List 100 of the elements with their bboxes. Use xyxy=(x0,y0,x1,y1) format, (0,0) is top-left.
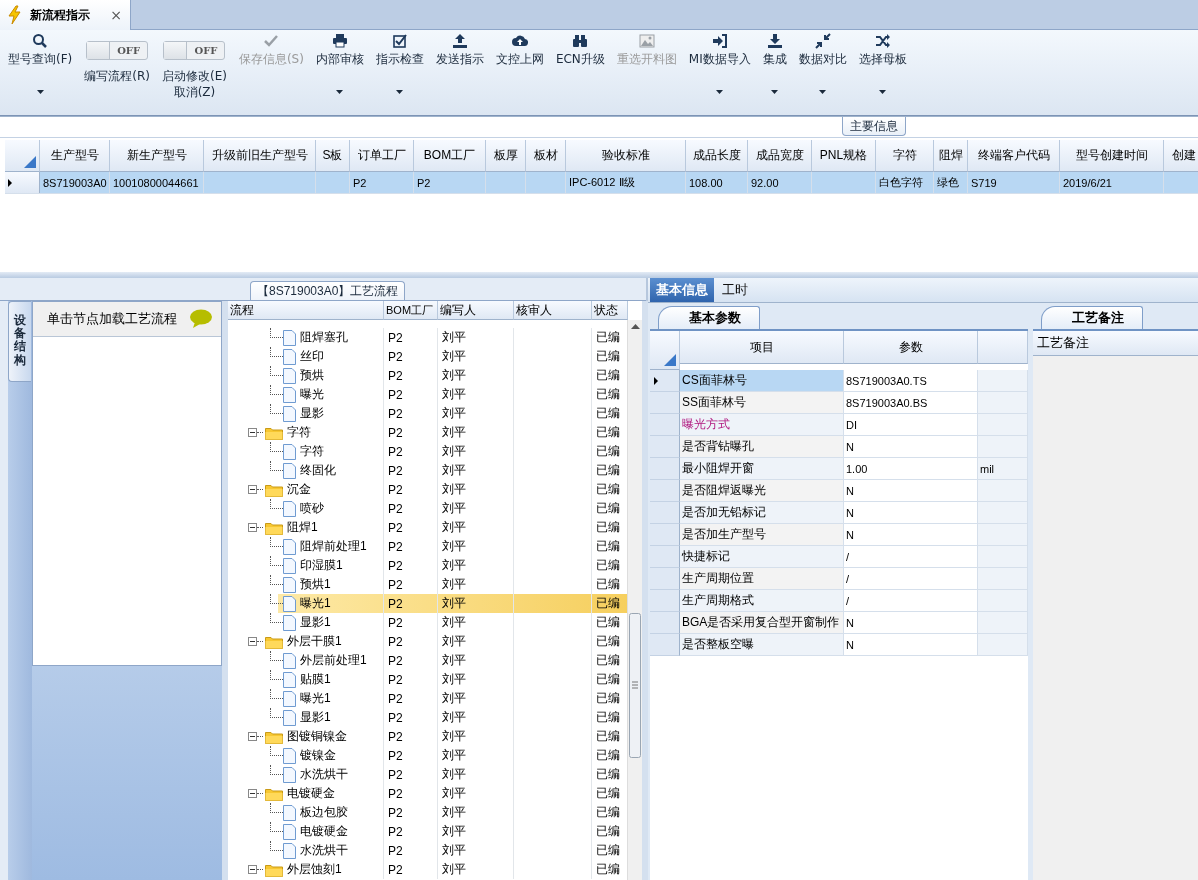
table-row[interactable]: 是否背钻曝孔 N xyxy=(650,436,1028,458)
row-header[interactable] xyxy=(650,568,680,590)
splitter[interactable] xyxy=(0,272,1198,278)
tree-row[interactable]: 字符 P2 刘平 已编 xyxy=(228,423,627,442)
tree-row[interactable]: 沉金 P2 刘平 已编 xyxy=(228,480,627,499)
table-row[interactable]: BGA是否采用复合型开窗制作 N xyxy=(650,612,1028,634)
tree-row[interactable]: 电镀硬金 P2 刘平 已编 xyxy=(228,784,627,803)
column-header[interactable]: 生产型号 xyxy=(40,140,110,172)
column-header[interactable]: 成品长度 xyxy=(686,140,748,172)
row-header[interactable] xyxy=(650,524,680,546)
row-header[interactable] xyxy=(650,392,680,414)
column-header[interactable]: 核审人 xyxy=(514,301,592,320)
column-header[interactable]: 成品宽度 xyxy=(748,140,812,172)
table-row[interactable]: 是否加生产型号 N xyxy=(650,524,1028,546)
column-header[interactable]: 验收标准 xyxy=(566,140,686,172)
table-cell: P2 xyxy=(384,822,438,841)
splitter[interactable] xyxy=(222,301,228,880)
column-header[interactable]: 流程 xyxy=(228,301,384,320)
column-header[interactable]: BOM工厂 xyxy=(384,301,438,320)
scrollbar[interactable] xyxy=(627,320,642,880)
toolbar-button[interactable]: 选择母板 xyxy=(852,32,913,102)
row-header[interactable] xyxy=(650,370,680,392)
column-header: 工艺备注 xyxy=(1033,331,1198,356)
row-header[interactable] xyxy=(650,502,680,524)
toolbar-button[interactable]: MI数据导入 xyxy=(682,32,757,102)
table-cell: 刘平 xyxy=(438,689,514,708)
column-header[interactable]: 创建 xyxy=(1164,140,1198,172)
row-header[interactable] xyxy=(650,612,680,634)
column-header[interactable]: 字符 xyxy=(876,140,934,172)
table-row[interactable]: 快捷标记 / xyxy=(650,546,1028,568)
table-cell: 刘平 xyxy=(438,537,514,556)
tree-label: 丝印 xyxy=(300,348,324,365)
toolbar-button[interactable]: 集成 xyxy=(756,32,793,102)
close-button[interactable]: × xyxy=(108,7,124,23)
toolbar-button[interactable]: 指示检查 xyxy=(369,32,430,102)
column-header[interactable]: 板材 xyxy=(526,140,566,172)
table-cell: N xyxy=(844,634,978,656)
row-header[interactable] xyxy=(650,590,680,612)
column-header[interactable]: 型号创建时间 xyxy=(1060,140,1164,172)
panel-tab[interactable]: 工艺备注 xyxy=(1041,306,1143,329)
column-header[interactable]: 项目 xyxy=(680,331,844,364)
tree-label: 水洗烘干 xyxy=(300,842,348,859)
row-header[interactable] xyxy=(650,480,680,502)
tree-row[interactable]: 外层蚀刻1 P2 刘平 已编 xyxy=(228,860,627,879)
toggle-switch[interactable]: OFF xyxy=(163,40,226,60)
document-tab[interactable]: 新流程指示 × xyxy=(0,0,131,30)
table-cell: P2 xyxy=(384,594,438,613)
toolbar-button[interactable]: ECN升级 xyxy=(549,32,611,102)
column-header[interactable]: PNL规格 xyxy=(812,140,876,172)
side-tab[interactable]: 设备结构 xyxy=(8,301,31,382)
toolbar-button[interactable]: 文控上网 xyxy=(489,32,550,102)
table-row[interactable]: 8S719003A0 10010800044661 P2 P2 IPC-6012 Ⅱ级 108.00 92.00 白色字符 绿色 S719 2019/6/21 xyxy=(5,172,1198,194)
column-header[interactable]: 阻焊 xyxy=(934,140,968,172)
table-row[interactable]: CS面菲林号 8S719003A0.TS xyxy=(650,370,1028,392)
column-header[interactable]: 新生产型号 xyxy=(110,140,204,172)
column-header[interactable] xyxy=(978,331,1028,364)
toolbar-button[interactable]: 发送指示 xyxy=(429,32,490,102)
column-header[interactable]: 参数 xyxy=(844,331,978,364)
table-row[interactable]: SS面菲林号 8S719003A0.BS xyxy=(650,392,1028,414)
toolbar-button[interactable]: 型号查询(F) xyxy=(2,32,79,102)
table-cell: P2 xyxy=(384,442,438,461)
table-row[interactable]: 是否加无铅标记 N xyxy=(650,502,1028,524)
table-row[interactable]: 生产周期格式 / xyxy=(650,590,1028,612)
column-header[interactable]: 状态 xyxy=(592,301,628,320)
row-header[interactable] xyxy=(650,436,680,458)
column-header[interactable]: 订单工厂 xyxy=(350,140,414,172)
table-cell: P2 xyxy=(384,860,438,879)
toolbar-button[interactable]: 内部审核 xyxy=(309,32,370,102)
row-header[interactable] xyxy=(650,458,680,480)
table-cell: 刘平 xyxy=(438,385,514,404)
tree-row[interactable]: 图镀铜镍金 P2 刘平 已编 xyxy=(228,727,627,746)
toolbar-button[interactable]: 数据对比 xyxy=(792,32,853,102)
column-header[interactable]: 升级前旧生产型号 xyxy=(204,140,316,172)
column-header[interactable]: 板厚 xyxy=(486,140,526,172)
upload-icon xyxy=(451,33,468,49)
tab[interactable]: 工时 xyxy=(716,278,754,302)
tree-label: 电镀硬金 xyxy=(300,823,348,840)
row-header[interactable] xyxy=(5,172,40,193)
table-cell: 是否阻焊返曝光 xyxy=(680,480,844,502)
tree-row[interactable]: 外层干膜1 P2 刘平 已编 xyxy=(228,632,627,651)
table-row[interactable]: 是否阻焊返曝光 N xyxy=(650,480,1028,502)
column-header[interactable]: BOM工厂 xyxy=(414,140,486,172)
table-row[interactable]: 是否整板空曝 N xyxy=(650,634,1028,656)
toggle-switch[interactable]: OFF xyxy=(86,40,149,60)
row-header[interactable] xyxy=(650,546,680,568)
table-row[interactable]: 生产周期位置 / xyxy=(650,568,1028,590)
table-row[interactable]: 曝光方式 DI xyxy=(650,414,1028,436)
column-header[interactable]: 终端客户代码 xyxy=(968,140,1060,172)
row-header[interactable] xyxy=(650,634,680,656)
row-header[interactable] xyxy=(650,414,680,436)
tree-row[interactable]: 阻焊1 P2 刘平 已编 xyxy=(228,518,627,537)
tab[interactable]: 基本信息 xyxy=(650,278,714,302)
table-row[interactable]: 最小阻焊开窗 1.00 mil xyxy=(650,458,1028,480)
column-header[interactable]: S板 xyxy=(316,140,350,172)
column-header[interactable]: 编写人 xyxy=(438,301,514,320)
table-cell: N xyxy=(844,502,978,524)
table-cell: / xyxy=(844,568,978,590)
tree-label: 显影 xyxy=(300,405,324,422)
table-cell: 刘平 xyxy=(438,708,514,727)
panel-tab[interactable]: 基本参数 xyxy=(658,306,760,329)
